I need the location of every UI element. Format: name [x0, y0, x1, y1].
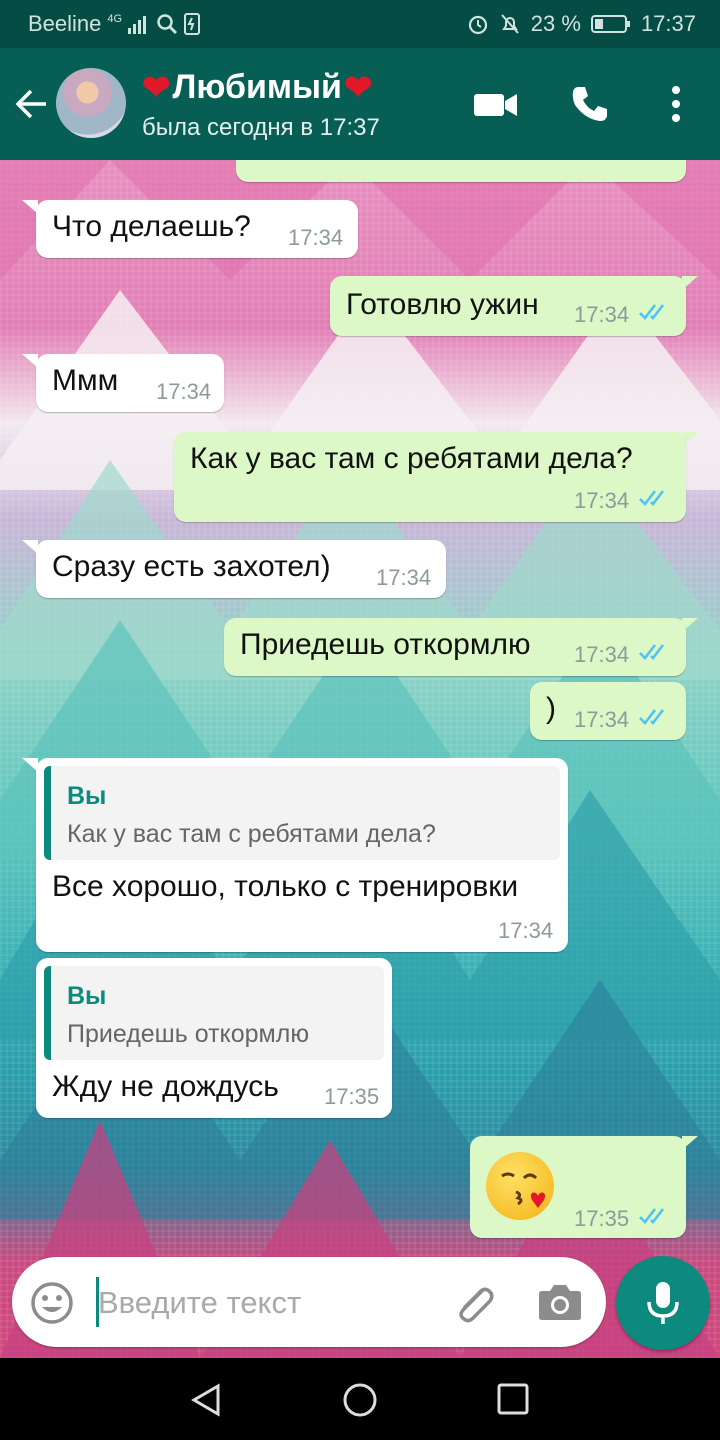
- kissing-face-with-heart-emoji: [486, 1152, 554, 1220]
- mute-bell-icon: [501, 14, 519, 34]
- mic-icon: [647, 1282, 679, 1324]
- emoji-icon[interactable]: [30, 1281, 74, 1325]
- message-bubble-incoming[interactable]: Что делаешь? 17:34: [36, 200, 358, 258]
- message-time: 17:34: [156, 379, 212, 404]
- message-time: 17:34: [498, 918, 554, 943]
- message-time: 17:35: [574, 1206, 630, 1231]
- emoji-face-icon: [501, 1172, 546, 1208]
- message-bubble-partial[interactable]: [236, 160, 686, 182]
- nav-recents-icon[interactable]: [496, 1382, 530, 1416]
- message-bubble-outgoing-emoji[interactable]: 17:35: [470, 1136, 686, 1238]
- message-text: Все хорошо, только с тренировки: [52, 870, 519, 903]
- message-text: ): [546, 692, 556, 725]
- heart-icon: ❤: [343, 68, 373, 107]
- heart-icon: ❤: [142, 68, 171, 107]
- quoted-message[interactable]: Вы Приедешь откормлю: [44, 966, 384, 1060]
- read-ticks-icon: [639, 304, 665, 320]
- mic-button[interactable]: [616, 1256, 710, 1350]
- contact-name[interactable]: ❤ Любимый ❤: [142, 68, 372, 107]
- message-bubble-outgoing[interactable]: ) 17:34: [530, 682, 686, 740]
- network-type-label: 4G: [107, 13, 123, 25]
- message-bubble-incoming[interactable]: Ммм 17:34: [36, 354, 224, 412]
- nav-home-icon[interactable]: [342, 1382, 378, 1418]
- quote-text: Как у вас там с ребятами дела?: [67, 820, 436, 848]
- quoted-message[interactable]: Вы Как у вас там с ребятами дела?: [44, 766, 560, 860]
- camera-icon[interactable]: [538, 1283, 582, 1321]
- message-bubble-outgoing[interactable]: Готовлю ужин 17:34: [330, 276, 686, 336]
- quote-author: Вы: [67, 782, 107, 810]
- message-time: 17:34: [288, 225, 344, 250]
- chat-header: ❤ Любимый ❤ была сегодня в 17:37: [0, 48, 720, 160]
- read-ticks-icon: [639, 709, 665, 725]
- video-call-icon[interactable]: [474, 92, 518, 118]
- attach-icon[interactable]: [452, 1281, 498, 1327]
- nav-back-icon[interactable]: [188, 1382, 224, 1418]
- contact-name-label: Любимый: [172, 68, 342, 106]
- status-time: 17:37: [640, 11, 696, 36]
- message-input[interactable]: [96, 1279, 430, 1327]
- phone-icon[interactable]: [570, 84, 610, 124]
- message-composer: [12, 1257, 606, 1347]
- message-bubble-incoming-reply[interactable]: Вы Как у вас там с ребятами дела? Все хо…: [36, 758, 568, 952]
- message-text: Готовлю ужин: [346, 288, 539, 321]
- search-icon: [157, 14, 178, 35]
- message-bubble-incoming[interactable]: Сразу есть захотел) 17:34: [36, 540, 446, 598]
- alarm-icon: [468, 15, 487, 35]
- message-time: 17:34: [376, 565, 432, 590]
- message-text: Сразу есть захотел): [52, 550, 331, 583]
- message-text: Приедешь откормлю: [240, 628, 531, 661]
- message-time: 17:34: [574, 302, 630, 327]
- message-bubble-incoming-reply[interactable]: Вы Приедешь откормлю Жду не дождусь 17:3…: [36, 958, 392, 1118]
- battery-icon: [590, 15, 630, 33]
- message-text: Ммм: [52, 364, 119, 397]
- avatar[interactable]: [56, 68, 126, 138]
- last-seen-status: была сегодня в 17:37: [142, 114, 380, 141]
- message-text: Жду не дождусь: [52, 1070, 279, 1103]
- quote-text: Приедешь откормлю: [67, 1020, 310, 1048]
- read-ticks-icon: [639, 490, 665, 506]
- message-bubble-outgoing[interactable]: Как у вас там с ребятами дела? 17:34: [174, 432, 686, 522]
- message-text: Что делаешь?: [52, 210, 251, 243]
- carrier-label: Beeline: [28, 11, 102, 36]
- chat-area[interactable]: Что делаешь? 17:34 Готовлю ужин 17:34 Мм…: [0, 160, 720, 1358]
- message-time: 17:34: [574, 488, 630, 513]
- status-bar: Beeline 4G 23 % 17:37: [0, 0, 720, 48]
- message-time: 17:34: [574, 642, 630, 667]
- message-text: Как у вас там с ребятами дела?: [190, 442, 633, 475]
- system-nav-bar: [0, 1358, 720, 1440]
- message-time: 17:35: [324, 1084, 380, 1109]
- read-ticks-icon: [639, 1208, 665, 1224]
- more-vert-icon[interactable]: [664, 84, 688, 124]
- read-ticks-icon: [639, 644, 665, 660]
- signal-icon: [128, 16, 147, 34]
- message-bubble-outgoing[interactable]: Приедешь откормлю 17:34: [224, 618, 686, 676]
- message-time: 17:34: [574, 707, 630, 732]
- sim-icon: [184, 13, 201, 35]
- back-arrow-icon[interactable]: [14, 86, 50, 122]
- quote-author: Вы: [67, 982, 107, 1010]
- battery-percent: 23 %: [530, 11, 581, 36]
